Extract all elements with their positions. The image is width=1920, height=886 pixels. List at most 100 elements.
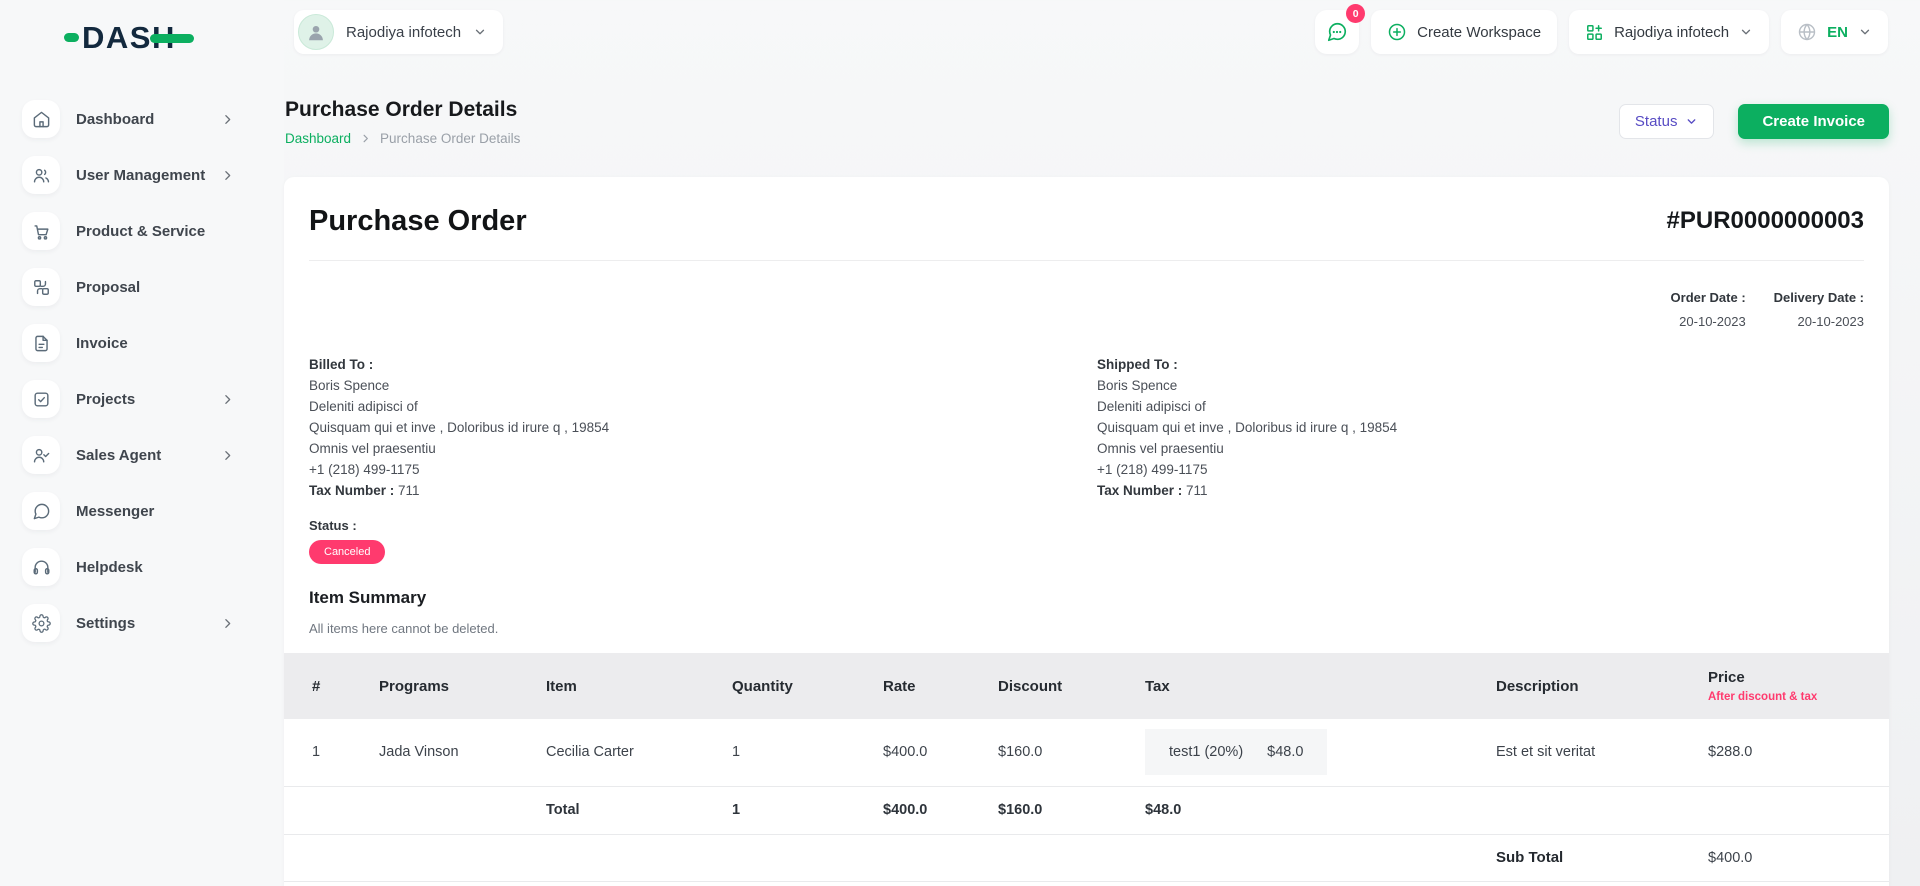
sidebar-item-label: Settings — [76, 615, 135, 632]
page-header: Purchase Order Details Dashboard Purchas… — [285, 98, 520, 146]
sidebar-item-helpdesk[interactable]: Helpdesk — [22, 548, 234, 586]
discount-value: $160.0 — [1708, 881, 1889, 886]
chevron-right-icon — [221, 449, 234, 462]
shipped-to-tax: Tax Number : 711 — [1097, 480, 1864, 501]
billed-to-address: Quisquam qui et inve , Doloribus id irur… — [309, 417, 1097, 438]
chevron-right-icon — [221, 169, 234, 182]
shipped-to-company: Deleniti adipisci of — [1097, 396, 1864, 417]
proposal-icon — [22, 268, 60, 306]
messages-button[interactable]: 0 — [1315, 10, 1359, 54]
sidebar-item-product-service[interactable]: Product & Service — [22, 212, 234, 250]
purchase-order-number: #PUR0000000003 — [1667, 207, 1865, 235]
breadcrumb-dashboard-link[interactable]: Dashboard — [285, 131, 351, 146]
item-summary-table: # Programs Item Quantity Rate Discount T… — [284, 653, 1889, 886]
addresses: Billed To : Boris Spence Deleniti adipis… — [284, 354, 1889, 501]
order-status-label: Status : — [309, 518, 1864, 533]
billed-to-label: Billed To : — [309, 354, 1097, 375]
chevron-down-icon — [473, 25, 487, 39]
language-selector[interactable]: EN — [1781, 10, 1888, 54]
shipped-to-address: Quisquam qui et inve , Doloribus id irur… — [1097, 417, 1864, 438]
price-note: After discount & tax — [1708, 691, 1883, 703]
purchase-order-card: Purchase Order #PUR0000000003 Order Date… — [284, 177, 1889, 886]
table-total-row: Total 1 $400.0 $160.0 $48.0 — [284, 786, 1889, 834]
cell-discount: $160.0 — [998, 719, 1145, 786]
topbar-actions: 0 Create Workspace Rajodiya infotech EN — [1315, 10, 1888, 54]
sidebar-item-label: Invoice — [76, 335, 128, 352]
sidebar-item-label: Proposal — [76, 279, 140, 296]
cell-price: $288.0 — [1708, 719, 1889, 786]
workspace-selector[interactable]: Rajodiya infotech — [294, 10, 503, 54]
billed-to-phone: +1 (218) 499-1175 — [309, 459, 1097, 480]
discount-row: Discount $160.0 — [284, 881, 1889, 886]
total-discount: $160.0 — [998, 786, 1145, 834]
sidebar-item-proposal[interactable]: Proposal — [22, 268, 234, 306]
cell-item: Cecilia Carter — [546, 719, 732, 786]
messages-count-badge: 0 — [1346, 4, 1365, 23]
col-rate: Rate — [883, 653, 998, 719]
tax-detail-box: test1 (20%) $48.0 — [1145, 729, 1327, 775]
create-workspace-label: Create Workspace — [1417, 24, 1541, 41]
delivery-date-value: 20-10-2023 — [1774, 314, 1864, 329]
users-icon — [22, 156, 60, 194]
sidebar-item-invoice[interactable]: Invoice — [22, 324, 234, 362]
chevron-down-icon — [1739, 25, 1753, 39]
page-title: Purchase Order Details — [285, 98, 520, 122]
sidebar: DASH Dashboard User Management Product &… — [0, 0, 284, 886]
subtotal-value: $400.0 — [1708, 834, 1889, 881]
breadcrumb: Dashboard Purchase Order Details — [285, 131, 520, 146]
create-invoice-button[interactable]: Create Invoice — [1738, 104, 1889, 139]
sidebar-item-dashboard[interactable]: Dashboard — [22, 100, 234, 138]
col-price: Price After discount & tax — [1708, 653, 1889, 719]
grid-plus-icon — [1585, 23, 1604, 42]
chevron-right-icon — [221, 393, 234, 406]
total-quantity: 1 — [732, 786, 883, 834]
total-tax: $48.0 — [1145, 786, 1496, 834]
cell-programs: Jada Vinson — [379, 719, 546, 786]
shipped-to-label: Shipped To : — [1097, 354, 1864, 375]
sidebar-item-sales-agent[interactable]: Sales Agent — [22, 436, 234, 474]
order-date-label: Order Date : — [1671, 290, 1746, 305]
item-summary-header: Item Summary All items here cannot be de… — [284, 588, 1889, 636]
sidebar-item-messenger[interactable]: Messenger — [22, 492, 234, 530]
delivery-date-label: Delivery Date : — [1774, 290, 1864, 305]
billed-to-company: Deleniti adipisci of — [309, 396, 1097, 417]
sales-agent-icon — [22, 436, 60, 474]
chevron-down-icon — [1858, 25, 1872, 39]
sidebar-item-label: Dashboard — [76, 111, 154, 128]
shipped-to-name: Boris Spence — [1097, 375, 1864, 396]
col-index: # — [284, 653, 379, 719]
subtotal-label: Sub Total — [1496, 834, 1708, 881]
page-actions: Status Create Invoice — [1619, 104, 1889, 139]
sidebar-nav: Dashboard User Management Product & Serv… — [22, 100, 234, 642]
col-quantity: Quantity — [732, 653, 883, 719]
sidebar-item-settings[interactable]: Settings — [22, 604, 234, 642]
table-row: 1 Jada Vinson Cecilia Carter 1 $400.0 $1… — [284, 719, 1889, 786]
sidebar-item-label: Product & Service — [76, 223, 205, 240]
language-label: EN — [1827, 24, 1848, 41]
shipped-to-block: Shipped To : Boris Spence Deleniti adipi… — [1097, 354, 1864, 501]
logo-dash-accent — [150, 34, 194, 43]
status-dropdown-button[interactable]: Status — [1619, 104, 1715, 139]
helpdesk-icon — [22, 548, 60, 586]
breadcrumb-chevron-icon — [360, 133, 371, 144]
col-discount: Discount — [998, 653, 1145, 719]
delivery-date: Delivery Date : 20-10-2023 — [1774, 290, 1864, 329]
sidebar-item-projects[interactable]: Projects — [22, 380, 234, 418]
sidebar-item-user-management[interactable]: User Management — [22, 156, 234, 194]
shipped-to-city: Omnis vel praesentiu — [1097, 438, 1864, 459]
plus-circle-icon — [1387, 22, 1407, 42]
globe-icon — [1797, 22, 1817, 42]
item-summary-title: Item Summary — [309, 588, 1864, 608]
status-dropdown-label: Status — [1635, 113, 1678, 130]
billed-to-tax: Tax Number : 711 — [309, 480, 1097, 501]
sidebar-item-label: Helpdesk — [76, 559, 143, 576]
company-selector[interactable]: Rajodiya infotech — [1569, 10, 1769, 54]
app-logo[interactable]: DASH — [64, 22, 194, 53]
sidebar-item-label: User Management — [76, 167, 205, 184]
tax-amount: $48.0 — [1267, 744, 1303, 760]
total-label: Total — [546, 786, 732, 834]
col-tax: Tax — [1145, 653, 1496, 719]
create-workspace-button[interactable]: Create Workspace — [1371, 10, 1557, 54]
col-description: Description — [1496, 653, 1708, 719]
subtotal-row: Sub Total $400.0 — [284, 834, 1889, 881]
